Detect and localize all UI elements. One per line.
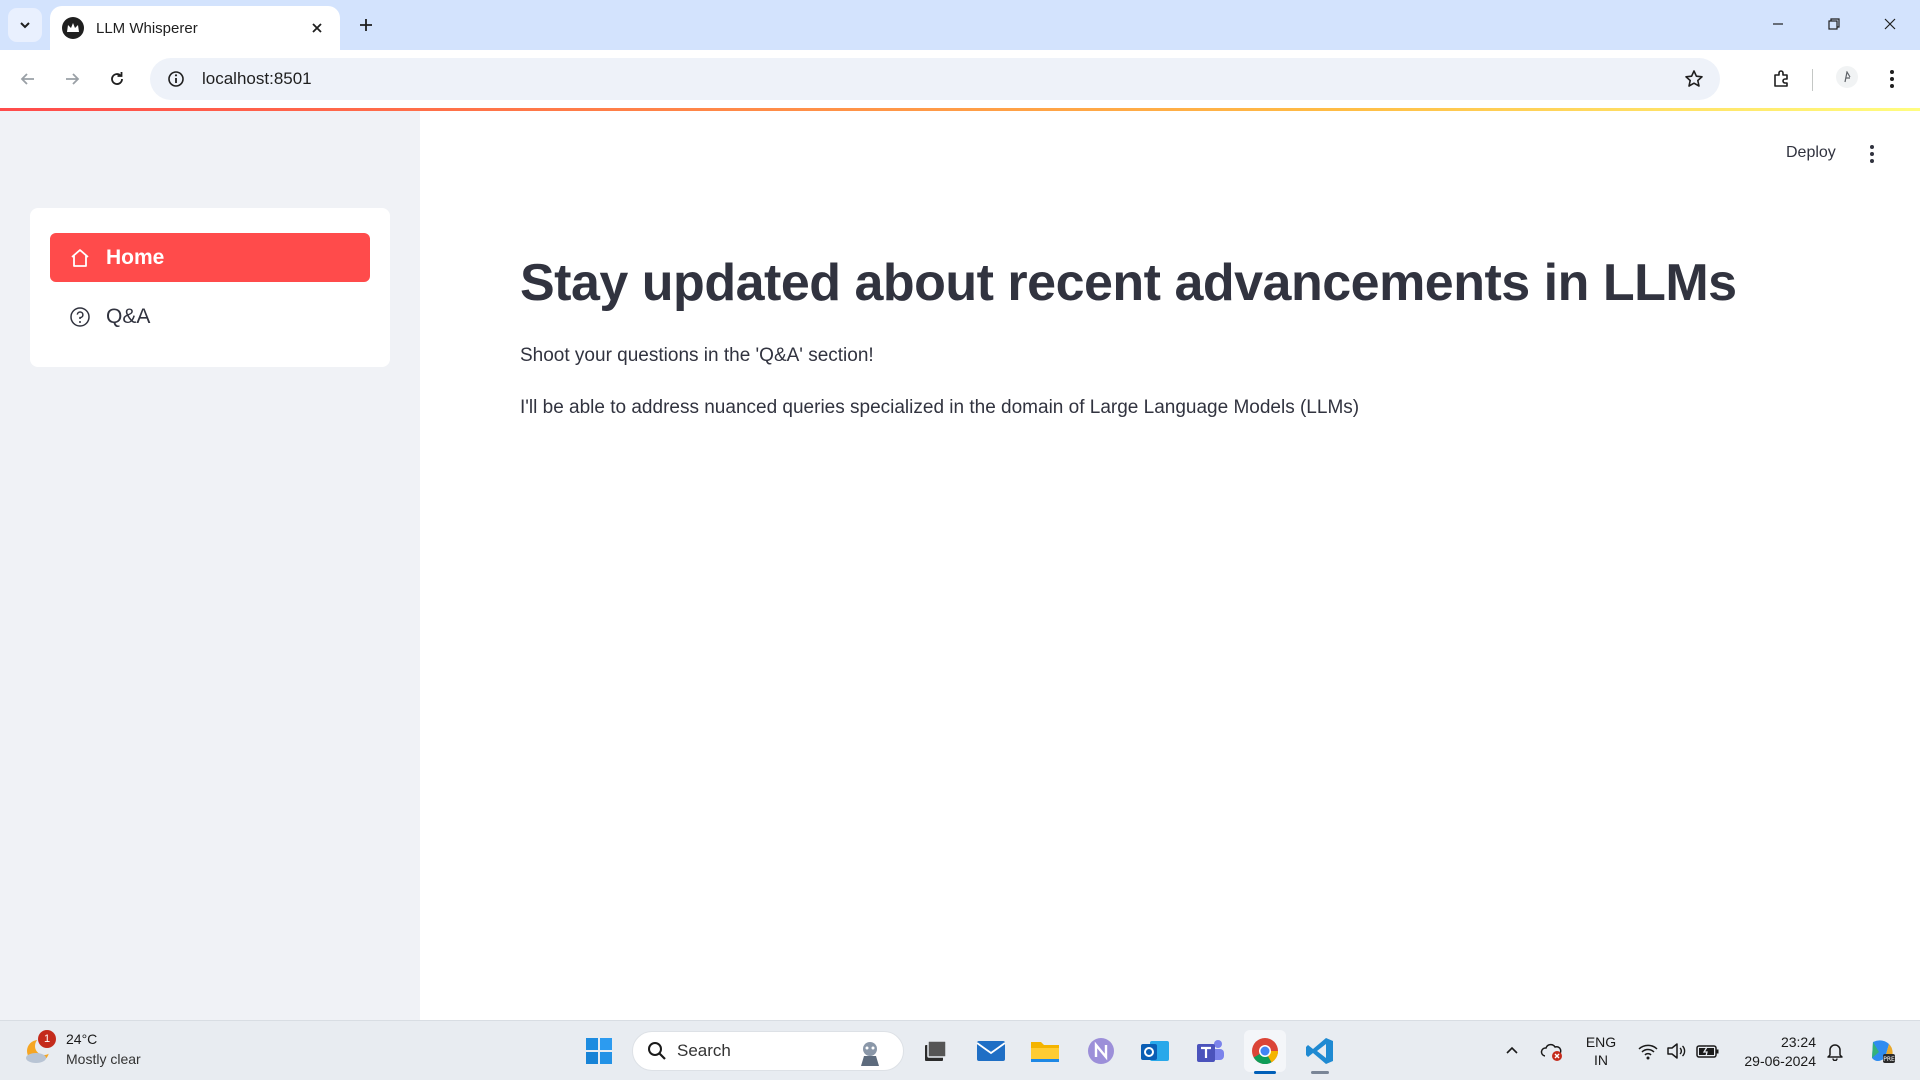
chrome-icon <box>1252 1038 1279 1065</box>
new-tab-button[interactable] <box>352 11 380 39</box>
reload-button[interactable] <box>101 63 133 95</box>
file-explorer-icon <box>1031 1042 1059 1062</box>
more-vertical-icon <box>1890 70 1894 88</box>
chevron-up-icon <box>1506 1046 1518 1054</box>
weather-widget[interactable]: 1 24°C Mostly clear <box>22 1029 141 1069</box>
file-explorer-app[interactable] <box>1024 1030 1066 1072</box>
copilot-button[interactable]: PRE <box>1866 1035 1898 1067</box>
sidebar: Home Q&A <box>0 111 420 1020</box>
notifications-button[interactable] <box>1823 1039 1847 1063</box>
home-icon <box>68 246 92 270</box>
cloud-error-icon <box>1540 1043 1562 1061</box>
weather-temp: 24°C <box>66 1031 98 1047</box>
intro-paragraph: Shoot your questions in the 'Q&A' sectio… <box>520 345 874 366</box>
url-text: localhost:8501 <box>202 69 312 88</box>
task-view-button[interactable] <box>914 1030 956 1072</box>
volume-tray[interactable] <box>1664 1039 1688 1063</box>
battery-tray[interactable] <box>1696 1039 1720 1063</box>
vscode-app[interactable] <box>1299 1030 1341 1074</box>
language-region: IN <box>1594 1052 1608 1068</box>
windows-taskbar: 1 24°C Mostly clear Search ENG IN 23:24 … <box>0 1020 1920 1080</box>
onedrive-tray[interactable] <box>1540 1039 1564 1063</box>
clock-date: 29-06-2024 <box>1744 1053 1816 1069</box>
bookmark-star-icon[interactable] <box>1682 67 1706 91</box>
mail-app[interactable] <box>970 1030 1012 1072</box>
site-info-icon[interactable] <box>156 59 196 99</box>
address-bar[interactable]: localhost:8501 <box>150 58 1720 100</box>
back-button[interactable] <box>12 63 44 95</box>
search-highlight-icon <box>861 1042 879 1066</box>
onenote-app[interactable] <box>1080 1030 1122 1072</box>
browser-tab-strip: LLM Whisperer <box>0 0 1920 50</box>
vscode-icon <box>1306 1038 1333 1064</box>
teams-icon <box>1197 1040 1224 1062</box>
language-code: ENG <box>1585 1034 1617 1050</box>
nav-item-home[interactable]: Home <box>50 233 370 282</box>
search-icon <box>648 1042 666 1060</box>
outlook-app[interactable] <box>1134 1030 1176 1072</box>
copilot-icon: PRE <box>1872 1040 1895 1063</box>
chevron-down-icon <box>20 22 30 29</box>
app-menu-button[interactable] <box>1860 140 1884 168</box>
minimize-icon <box>1773 23 1783 25</box>
active-app-indicator <box>1254 1071 1276 1074</box>
outlook-icon <box>1141 1041 1169 1061</box>
bell-icon <box>1827 1044 1843 1061</box>
arrow-left-icon <box>20 73 34 85</box>
nav-label-qa: Q&A <box>106 304 151 328</box>
speaker-icon <box>1667 1043 1686 1059</box>
tab-search-button[interactable] <box>8 8 42 42</box>
search-placeholder: Search <box>677 1041 731 1060</box>
browser-toolbar: localhost:8501 <box>0 50 1920 108</box>
tab-title: LLM Whisperer <box>96 19 198 37</box>
wifi-tray[interactable] <box>1636 1039 1660 1063</box>
weather-moon-icon: 1 <box>22 1030 56 1066</box>
teams-app[interactable] <box>1189 1030 1231 1072</box>
browser-tab[interactable]: LLM Whisperer <box>50 6 340 50</box>
question-circle-icon <box>68 305 92 329</box>
more-vertical-icon <box>1870 145 1874 163</box>
taskbar-clock[interactable]: 23:24 29-06-2024 <box>1736 1033 1816 1071</box>
running-app-indicator <box>1311 1071 1329 1074</box>
chrome-menu-button[interactable] <box>1876 63 1908 95</box>
arrow-right-icon <box>66 73 80 85</box>
language-indicator[interactable]: ENG IN <box>1585 1033 1617 1069</box>
show-hidden-icons-button[interactable] <box>1500 1039 1524 1063</box>
weather-badge: 1 <box>38 1030 56 1048</box>
plus-icon <box>360 19 372 31</box>
reload-icon <box>111 72 123 85</box>
profile-avatar[interactable] <box>1836 66 1858 88</box>
restore-button[interactable] <box>1806 0 1862 48</box>
battery-charging-icon <box>1696 1045 1719 1058</box>
page-title: Stay updated about recent advancements i… <box>520 254 1737 312</box>
close-window-button[interactable] <box>1862 0 1918 48</box>
close-icon <box>1884 18 1896 30</box>
windows-start-icon <box>586 1038 612 1064</box>
extensions-button[interactable] <box>1765 63 1797 95</box>
streamlit-favicon-icon <box>62 17 84 39</box>
svg-text:PRE: PRE <box>1883 1056 1895 1063</box>
chrome-app[interactable] <box>1244 1030 1286 1074</box>
weather-condition: Mostly clear <box>66 1051 141 1067</box>
mail-icon <box>976 1041 1006 1061</box>
deploy-button[interactable]: Deploy <box>1786 144 1836 162</box>
restore-icon <box>1828 18 1840 30</box>
forward-button[interactable] <box>56 63 88 95</box>
toolbar-divider <box>1812 69 1813 91</box>
start-button[interactable] <box>578 1030 620 1072</box>
main-content <box>420 111 1920 1020</box>
tab-close-icon[interactable] <box>306 17 328 39</box>
taskbar-search[interactable]: Search <box>632 1031 904 1071</box>
navigation-menu: Home Q&A <box>30 208 390 367</box>
notes-n-icon <box>1088 1038 1114 1064</box>
description-paragraph: I'll be able to address nuanced queries … <box>520 397 1360 418</box>
nav-label-home: Home <box>106 245 165 269</box>
minimize-button[interactable] <box>1750 0 1806 48</box>
task-view-icon <box>925 1040 947 1061</box>
wifi-icon <box>1638 1044 1658 1060</box>
clock-time: 23:24 <box>1780 1034 1816 1050</box>
puzzle-icon <box>1774 70 1788 87</box>
nav-item-qa[interactable]: Q&A <box>50 292 370 341</box>
